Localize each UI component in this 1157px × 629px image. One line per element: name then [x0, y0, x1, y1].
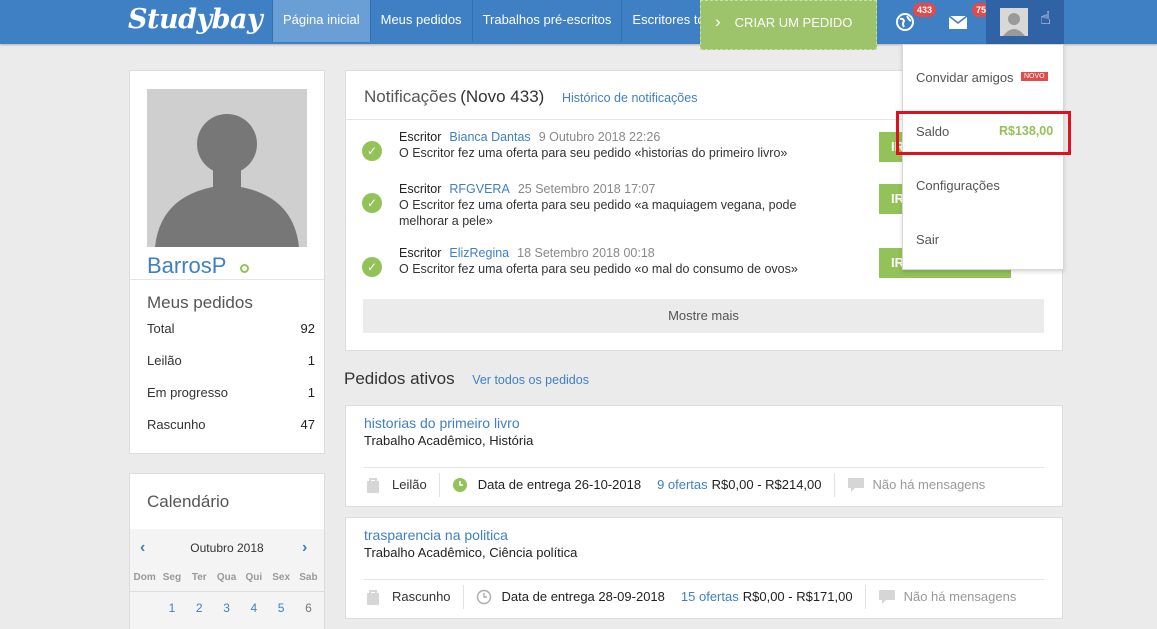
active-orders-header: Pedidos ativos Ver todos os pedidos [344, 369, 589, 389]
calendar-day[interactable]: 3 [213, 601, 240, 615]
stat-auction[interactable]: Leilão 1 [147, 345, 315, 377]
logo[interactable]: Studybay [128, 4, 263, 35]
stat-total[interactable]: Total 92 [147, 313, 315, 345]
nav-home[interactable]: Página inicial [272, 0, 370, 42]
chat-icon [878, 589, 895, 604]
order-title-link[interactable]: trasparencia na politica [364, 527, 508, 543]
writer-link[interactable]: ElizRegina [449, 246, 509, 260]
active-orders-title: Pedidos ativos [344, 369, 455, 388]
notifications-button[interactable]: 433 [880, 0, 937, 44]
next-month-icon[interactable]: › [302, 539, 307, 557]
invite-friends-item[interactable]: Convidar amigos [916, 70, 1014, 85]
calendar-month: Outubro 2018 [190, 541, 264, 555]
notification-item: ✓ Escritor ElizRegina 18 Setembro 2018 00:… [362, 246, 802, 277]
calendar-widget: ‹ Outubro 2018 › Dom Seg Ter Qua Qui Sex Sab 1… [130, 529, 324, 629]
notifications-title: Notificações [364, 87, 457, 106]
create-order-label: CRIAR UM PEDIDO [734, 15, 853, 30]
calendar-title: Calendário [147, 492, 230, 511]
profile-photo [147, 89, 307, 247]
chat-icon [847, 477, 864, 492]
envelope-icon [948, 14, 968, 29]
calendar-day[interactable]: 4 [240, 601, 267, 615]
order-meta: Leilão Data de entrega 26-10-2018 9 ofer… [364, 467, 1044, 501]
stat-draft[interactable]: Rascunho 47 [147, 409, 315, 441]
nav-my-orders[interactable]: Meus pedidos [369, 0, 472, 42]
order-subtitle: Trabalho Acadêmico, Ciência política [364, 545, 578, 560]
offers-link[interactable]: 9 ofertas [657, 477, 708, 492]
check-icon: ✓ [362, 141, 382, 161]
clock-icon [476, 589, 491, 604]
calendar-card: Calendário ‹ Outubro 2018 › Dom Seg Ter Qua… [129, 473, 325, 629]
order-card: trasparencia na politica Trabalho Acadêm… [345, 517, 1063, 619]
notifications-count: (Novo 433) [460, 87, 545, 106]
logout-item[interactable]: Sair [916, 232, 939, 247]
bag-icon [367, 589, 379, 605]
settings-item[interactable]: Configurações [916, 178, 1000, 193]
online-status-icon [240, 264, 249, 273]
user-avatar-icon [1000, 8, 1028, 36]
my-orders-title: Meus pedidos [147, 293, 253, 312]
order-card: historias do primeiro livro Trabalho Aca… [345, 405, 1063, 507]
balance-item[interactable]: Saldo [916, 124, 949, 139]
calendar-week-row: 123456 [131, 601, 322, 615]
calendar-day[interactable]: 2 [186, 601, 213, 615]
hand-cursor-icon: ☝ [1040, 8, 1051, 28]
writer-link[interactable]: Bianca Dantas [449, 130, 530, 144]
calendar-day[interactable]: 6 [295, 601, 322, 615]
top-bar: Studybay Página inicial Meus pedidos Tra… [0, 0, 1157, 50]
calendar-weekdays: Dom Seg Ter Qua Qui Sex Sab [133, 572, 318, 583]
order-meta: Rascunho Data de entrega 28-09-2018 15 o… [364, 579, 1044, 613]
notification-item: ✓ Escritor Bianca Dantas 9 Outubro 2018 22… [362, 130, 802, 161]
profile-card: BarrosP Meus pedidos Total 92 Leilão 1 Em … [129, 70, 325, 454]
calendar-day[interactable]: 5 [267, 601, 294, 615]
username[interactable]: BarrosP [147, 253, 226, 279]
check-icon: ✓ [362, 257, 382, 277]
view-all-orders-link[interactable]: Ver todos os pedidos [472, 373, 589, 387]
main-nav: Página inicial Meus pedidos Trabalhos pr… [272, 0, 722, 42]
messages-button[interactable]: 75 [933, 0, 991, 44]
notification-item: ✓ Escritor RFGVERA 25 Setembro 2018 17:07 … [362, 182, 802, 229]
clock-icon [452, 477, 467, 492]
create-order-button[interactable]: › CRIAR UM PEDIDO [700, 0, 877, 50]
chevron-right-icon: › [715, 12, 721, 31]
order-title-link[interactable]: historias do primeiro livro [364, 415, 520, 431]
check-icon: ✓ [362, 193, 382, 213]
nav-prewritten[interactable]: Trabalhos pré-escritos [471, 0, 622, 42]
writer-link[interactable]: RFGVERA [449, 182, 509, 196]
notifications-header: Notificações (Novo 433) Histórico de not… [364, 87, 697, 107]
bag-icon [367, 477, 379, 493]
new-tag: NOVO [1021, 72, 1048, 81]
order-subtitle: Trabalho Acadêmico, História [364, 433, 534, 448]
order-stats: Total 92 Leilão 1 Em progresso 1 Rascunho 47 [147, 313, 315, 441]
calendar-day[interactable]: 1 [158, 601, 185, 615]
stat-in-progress[interactable]: Em progresso 1 [147, 377, 315, 409]
user-dropdown-menu: Convidar amigos NOVO Saldo R$138,00 Conf… [896, 44, 1071, 270]
balance-value: R$138,00 [999, 124, 1054, 138]
globe-icon [896, 13, 914, 31]
user-menu-button[interactable]: ☝ [986, 0, 1064, 44]
offers-link[interactable]: 15 ofertas [681, 589, 739, 604]
notifications-history-link[interactable]: Histórico de notificações [562, 91, 697, 105]
show-more-button[interactable]: Mostre mais [363, 299, 1044, 333]
